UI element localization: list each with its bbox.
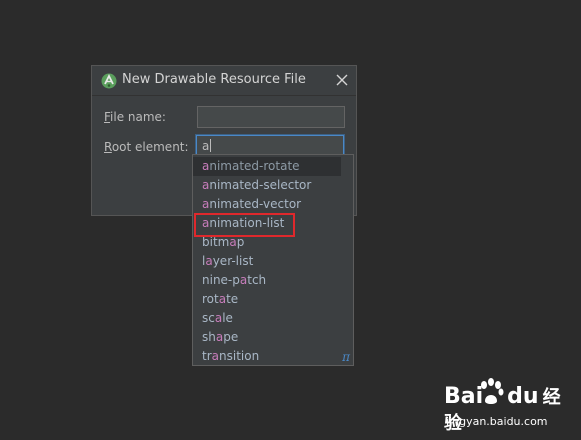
autocomplete-popup: animated-rotate animated-selector animated… [192,154,354,366]
android-studio-icon [101,73,117,89]
autocomplete-item[interactable]: shape [193,328,353,347]
file-name-input[interactable] [197,106,345,128]
item-text: sc [202,311,215,325]
autocomplete-item[interactable]: nine-patch [193,271,353,290]
item-text: te [226,292,239,306]
item-text: sh [202,330,216,344]
dialog-titlebar: New Drawable Resource File [92,66,356,96]
annotation-highlight-box [194,213,295,237]
item-text: tr [202,349,212,363]
item-match-text: a [205,254,213,268]
file-name-label: File name: [104,110,166,124]
autocomplete-item[interactable]: scale [193,309,353,328]
autocomplete-item[interactable]: animated-selector [193,176,353,195]
baidu-jingyan-watermark: Bai du 经验 jingyan.baidu.com [444,377,572,435]
baidu-paw-icon [481,378,504,404]
item-text: pe [223,330,239,344]
item-text: yer-list [212,254,254,268]
autocomplete-item[interactable]: layer-list [193,252,353,271]
text-caret [210,139,212,152]
item-text: p [236,235,245,249]
item-text: nine-p [202,273,240,287]
item-text: nsition [219,349,260,363]
item-match-text: a [229,235,237,249]
popup-scrollbar[interactable] [341,156,352,175]
root-element-value: a [202,139,210,153]
item-text: nimated-rotate [209,159,300,173]
item-text: bitm [202,235,230,249]
item-text: nimated-vector [209,197,302,211]
item-text: le [222,311,233,325]
autocomplete-item[interactable]: transition [193,347,353,366]
watermark-url: jingyan.baidu.com [446,415,548,428]
item-text: tch [247,273,267,287]
dialog-title: New Drawable Resource File [122,72,306,87]
autocomplete-item[interactable]: animated-vector [193,195,353,214]
item-match-text: a [211,349,219,363]
item-text: rot [202,292,219,306]
root-element-label: Root element: [104,140,189,154]
autocomplete-item[interactable]: rotate [193,290,353,309]
pi-icon[interactable]: π [342,350,350,364]
close-icon[interactable] [334,72,350,88]
autocomplete-item[interactable]: animated-rotate [193,157,341,176]
item-text: nimated-selector [209,178,312,192]
item-match-text: a [218,292,227,306]
